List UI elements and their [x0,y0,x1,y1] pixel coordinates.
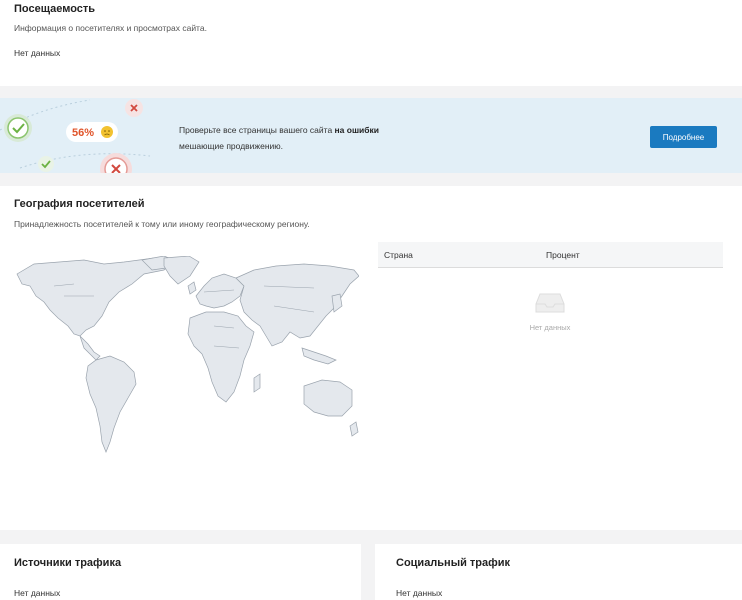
site-audit-banner: 56% Проверьте все страницы вашего сайта … [0,98,742,173]
details-button[interactable]: Подробнее [650,126,717,148]
geography-title: География посетителей [14,198,145,210]
geography-card: География посетителей Принадлежность пос… [0,186,742,530]
social-traffic-empty: Нет данных [396,588,443,598]
traffic-sources-title: Источники трафика [14,557,122,569]
geography-empty-state: Нет данных [518,292,582,332]
sad-face-icon [101,126,113,138]
attendance-subtitle: Информация о посетителях и просмотрах са… [14,23,207,33]
column-country: Страна [384,250,413,260]
world-map [16,256,359,453]
audit-illustration: 56% [0,99,151,173]
banner-text: Проверьте все страницы вашего сайта на о… [179,125,380,151]
geography-empty-label: Нет данных [529,323,571,332]
empty-inbox-icon [535,293,565,313]
column-percent: Процент [546,250,580,260]
geography-table-header: Страна Процент [378,242,723,268]
social-traffic-card: Социальный трафик Нет данных [375,544,742,600]
social-traffic-title: Социальный трафик [396,557,511,569]
attendance-title: Посещаемость [14,3,96,15]
attendance-empty: Нет данных [14,48,61,58]
geography-table: Страна Процент Нет данных [378,242,723,332]
svg-text:56%: 56% [72,127,94,139]
geography-subtitle: Принадлежность посетителей к тому или ин… [14,219,310,229]
traffic-sources-card: Источники трафика Нет данных [0,544,361,600]
banner-text-bold: на ошибки [334,125,380,135]
attendance-card: Посещаемость Информация о посетителях и … [0,0,742,86]
traffic-sources-empty: Нет данных [14,588,61,598]
